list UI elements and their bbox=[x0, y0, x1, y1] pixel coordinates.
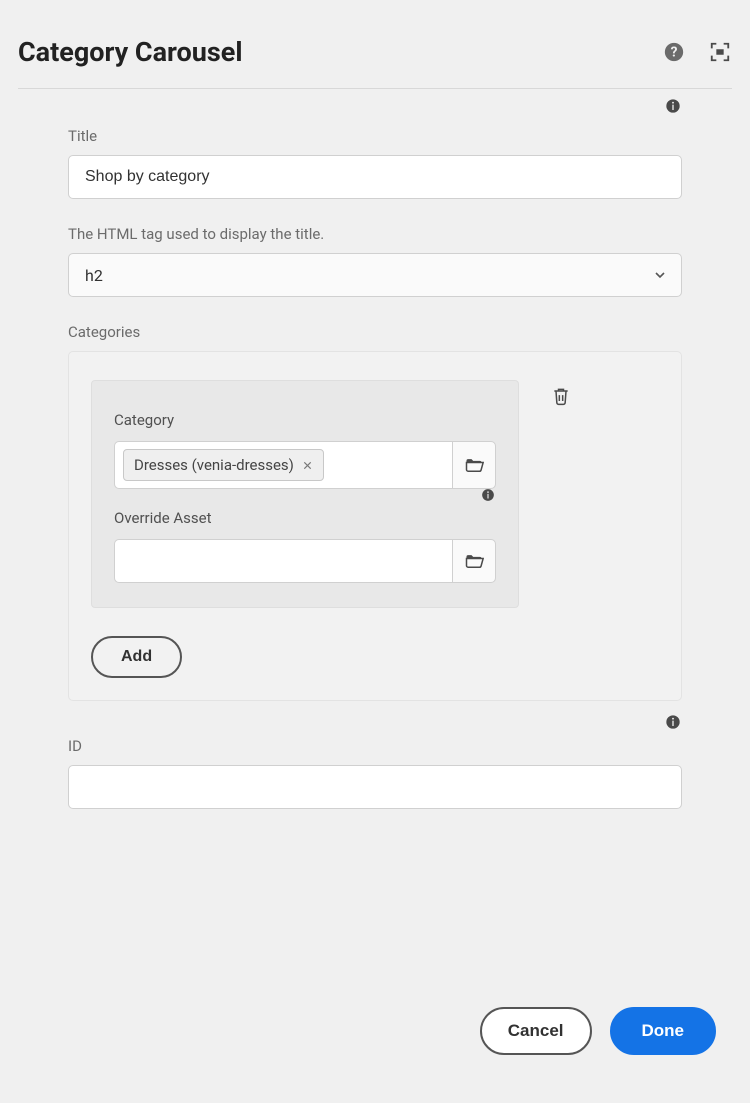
tag-field: The HTML tag used to display the title. … bbox=[68, 225, 682, 297]
category-tag-input[interactable]: Dresses (venia-dresses) bbox=[114, 441, 452, 489]
id-label: ID bbox=[68, 737, 682, 755]
info-icon[interactable] bbox=[480, 487, 496, 503]
override-asset-label: Override Asset bbox=[114, 509, 496, 527]
category-card: Category Dresses (venia-dresses) bbox=[91, 380, 519, 608]
help-icon[interactable]: ? bbox=[662, 40, 686, 64]
browse-category-button[interactable] bbox=[452, 441, 496, 489]
category-row: Category Dresses (venia-dresses) bbox=[91, 380, 659, 608]
category-tag-label: Dresses (venia-dresses) bbox=[134, 456, 294, 474]
cancel-button[interactable]: Cancel bbox=[480, 1007, 592, 1055]
id-field: ID bbox=[68, 737, 682, 809]
add-category-button[interactable]: Add bbox=[91, 636, 182, 678]
id-input[interactable] bbox=[68, 765, 682, 809]
category-input-group: Dresses (venia-dresses) bbox=[114, 441, 496, 489]
header-icons: ? bbox=[662, 40, 732, 64]
done-button[interactable]: Done bbox=[610, 1007, 717, 1055]
dialog-content: Title The HTML tag used to display the t… bbox=[18, 127, 732, 809]
categories-label: Categories bbox=[68, 323, 682, 341]
browse-asset-button[interactable] bbox=[452, 539, 496, 583]
title-label: Title bbox=[68, 127, 682, 145]
categories-field: Categories Category Dresses (venia-dress… bbox=[68, 323, 682, 701]
override-asset-field: Override Asset bbox=[114, 509, 496, 583]
info-icon[interactable] bbox=[664, 713, 682, 731]
dialog-footer: Cancel Done bbox=[480, 1007, 716, 1055]
remove-tag-icon[interactable] bbox=[302, 460, 313, 471]
override-asset-input[interactable] bbox=[114, 539, 452, 583]
tag-select-value: h2 bbox=[68, 253, 682, 297]
dialog-title: Category Carousel bbox=[18, 36, 242, 68]
tag-description: The HTML tag used to display the title. bbox=[68, 225, 682, 243]
category-sublabel: Category bbox=[114, 411, 496, 429]
category-tag: Dresses (venia-dresses) bbox=[123, 449, 324, 481]
delete-category-button[interactable] bbox=[549, 384, 573, 408]
override-input-group bbox=[114, 539, 496, 583]
tag-select[interactable]: h2 bbox=[68, 253, 682, 297]
dialog-header: Category Carousel ? bbox=[18, 36, 732, 89]
info-icon[interactable] bbox=[664, 97, 682, 115]
fullscreen-icon[interactable] bbox=[708, 40, 732, 64]
dialog: Category Carousel ? Title bbox=[0, 0, 750, 853]
svg-text:?: ? bbox=[671, 45, 678, 61]
categories-panel: Category Dresses (venia-dresses) bbox=[68, 351, 682, 701]
title-field: Title bbox=[68, 127, 682, 199]
title-input[interactable] bbox=[68, 155, 682, 199]
